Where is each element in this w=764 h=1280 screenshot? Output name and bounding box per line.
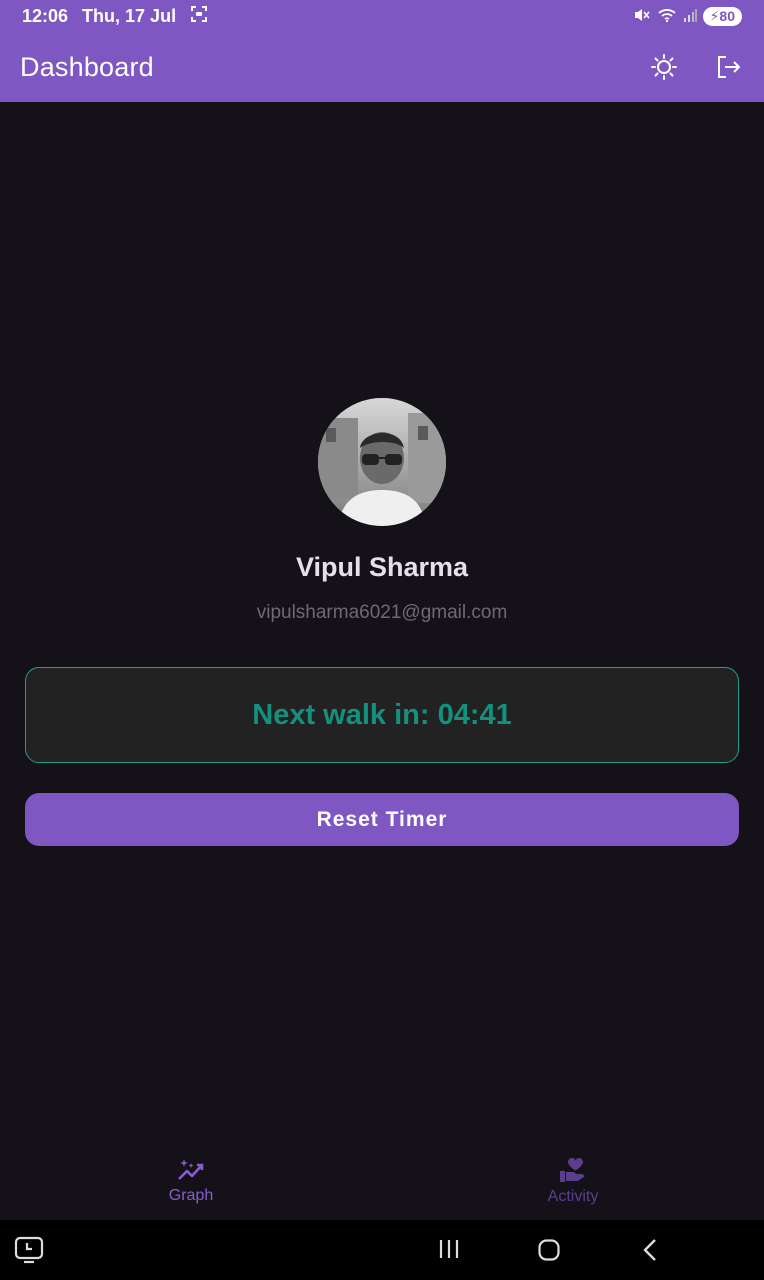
status-time: 12:06: [22, 5, 69, 26]
nav-item-graph[interactable]: Graph: [0, 1142, 382, 1220]
sun-icon: [651, 54, 677, 80]
status-bar: 12:06 Thu, 17 Jul ⚡80: [0, 0, 764, 32]
logout-button[interactable]: [712, 51, 744, 83]
timer-card: Next walk in: 04:41: [25, 667, 739, 763]
home-icon[interactable]: [537, 1238, 561, 1267]
battery-level: 80: [719, 7, 735, 24]
nav-label-graph: Graph: [168, 1187, 214, 1204]
status-date: Thu, 17 Jul: [82, 5, 177, 26]
profile-section: Vipul Sharma vipulsharma6021@gmail.com N…: [0, 102, 764, 1142]
screenshot-icon: [190, 5, 208, 28]
nav-item-activity[interactable]: Activity: [382, 1142, 764, 1220]
back-icon[interactable]: [641, 1238, 661, 1267]
next-walk-timer: Next walk in: 04:41: [252, 698, 512, 731]
page-title: Dashboard: [20, 51, 154, 82]
screen-time-icon[interactable]: [14, 1236, 44, 1269]
signal-icon: [683, 8, 697, 25]
nav-label-activity: Activity: [547, 1188, 599, 1205]
theme-toggle-button[interactable]: [648, 51, 680, 83]
system-navigation-bar: [0, 1220, 764, 1280]
app-screen: 12:06 Thu, 17 Jul ⚡80 Dashboard Vipul Sh…: [0, 0, 764, 1280]
app-bar: Dashboard: [0, 32, 764, 102]
heart-hand-icon: [560, 1158, 585, 1182]
user-email: vipulsharma6021@gmail.com: [256, 602, 508, 623]
mute-icon: [633, 7, 651, 26]
wifi-icon: [657, 7, 677, 26]
avatar: [318, 398, 446, 526]
logout-icon: [718, 56, 741, 78]
recent-apps-icon[interactable]: [437, 1238, 461, 1265]
bottom-navigation: Graph Activity: [0, 1142, 764, 1220]
graph-sparkle-icon: [178, 1159, 204, 1180]
reset-timer-button[interactable]: Reset Timer: [25, 793, 739, 846]
user-name: Vipul Sharma: [295, 552, 469, 582]
battery-charging-icon: ⚡80: [702, 6, 742, 26]
